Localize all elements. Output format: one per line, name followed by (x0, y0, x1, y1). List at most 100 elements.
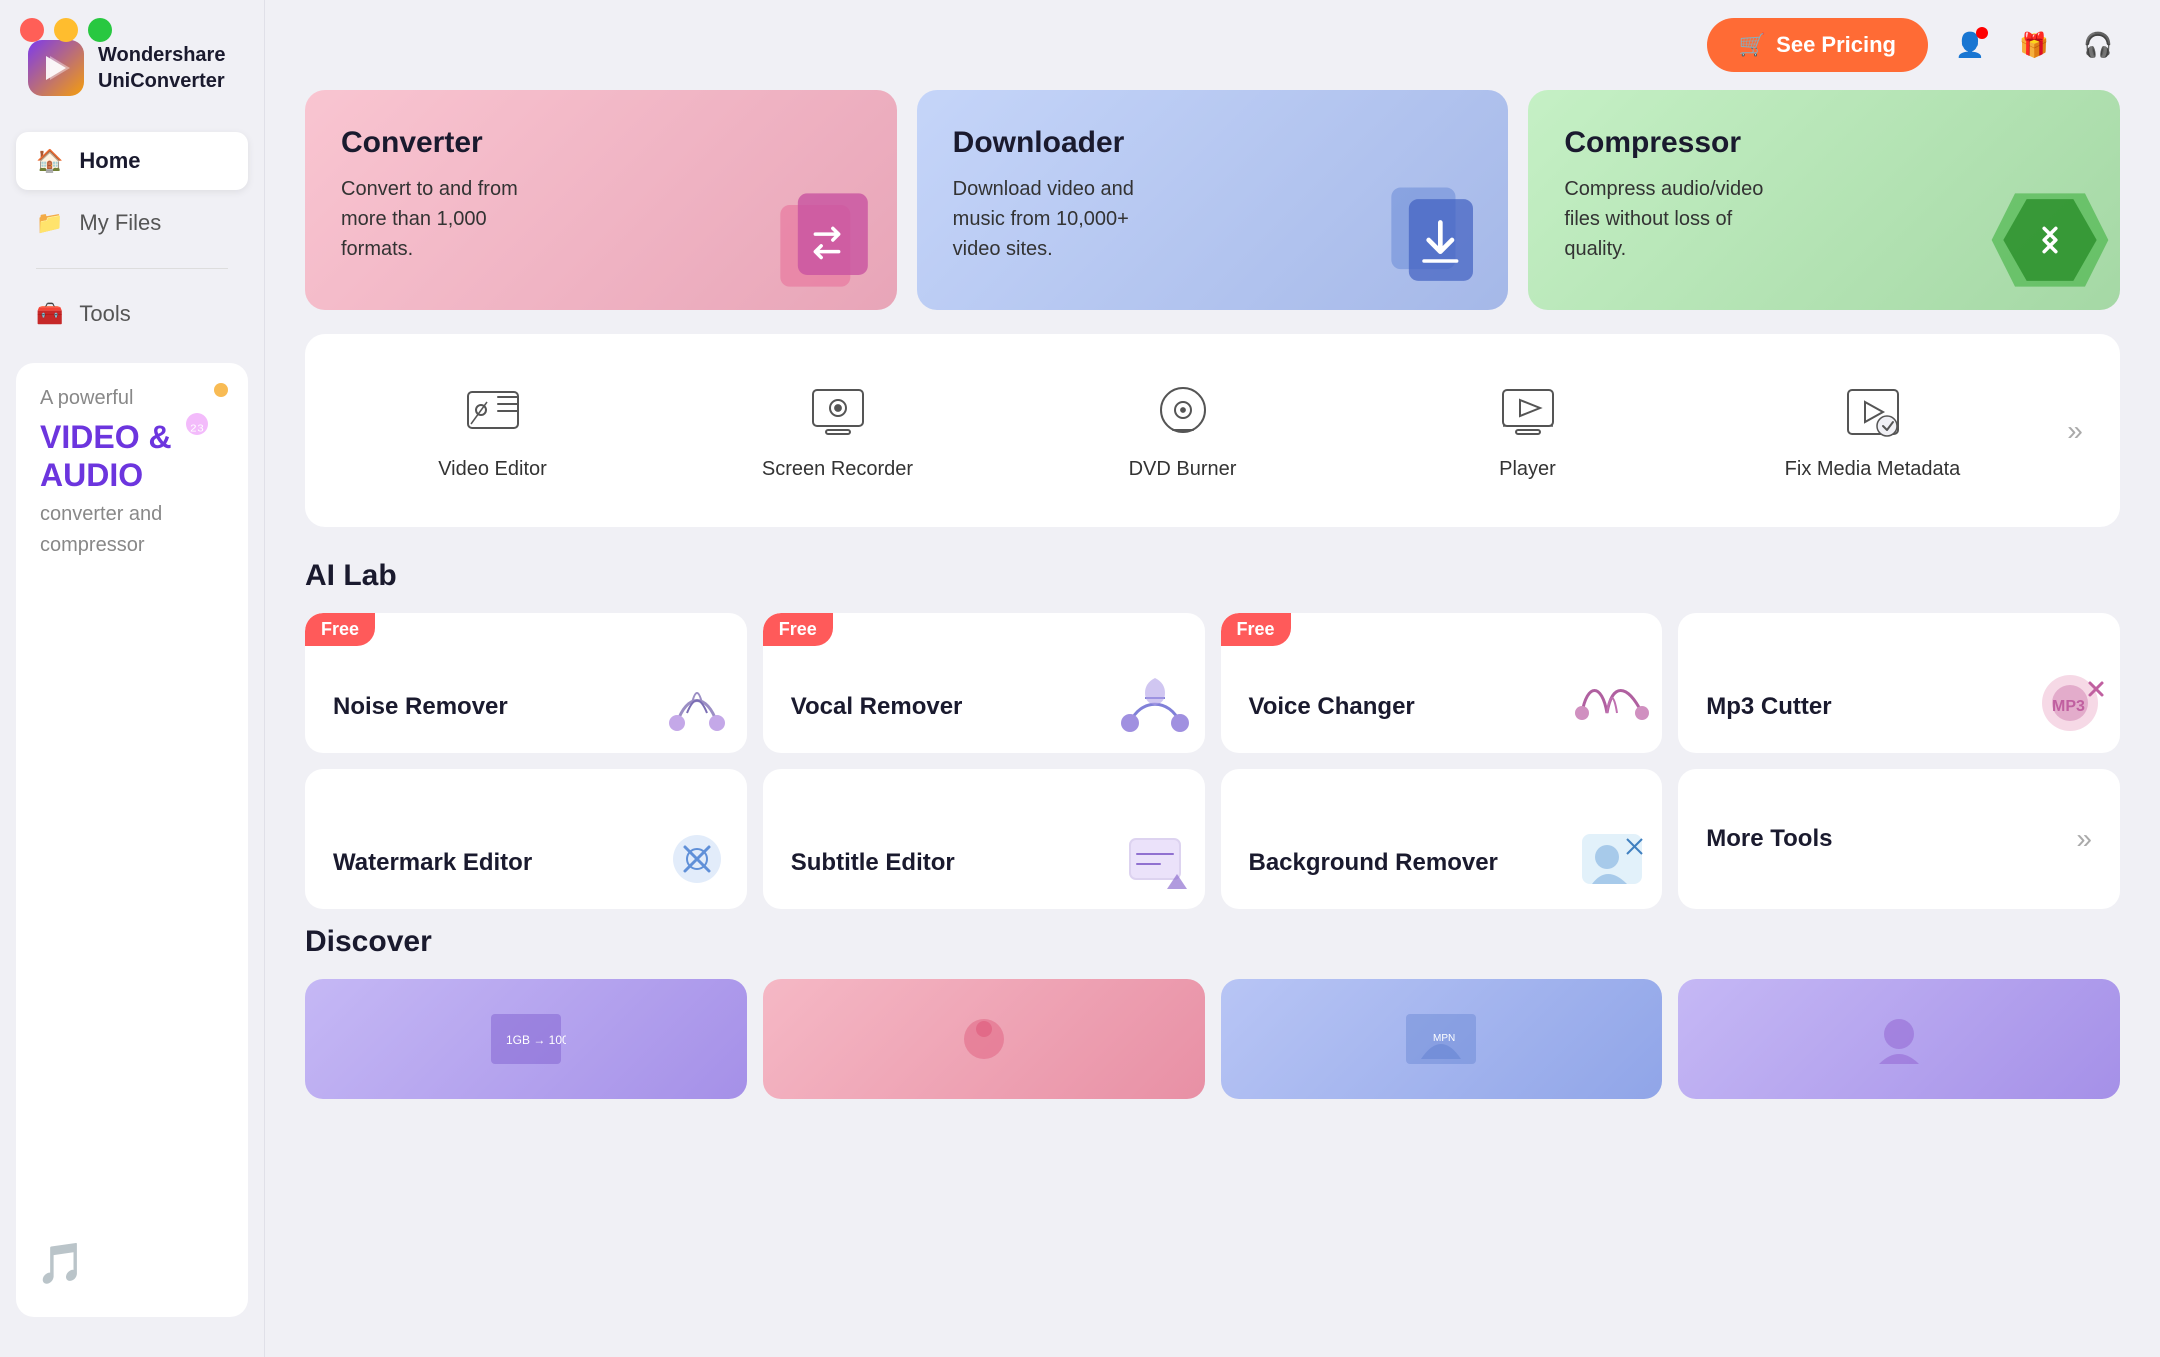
user-badge (1976, 27, 1988, 39)
ai-card-watermark-editor[interactable]: Watermark Editor (305, 769, 747, 909)
sidebar-banner: A powerful VIDEO & AUDIO converter and c… (16, 363, 248, 1317)
vocal-remover-free-badge: Free (763, 613, 833, 646)
headset-icon: 🎧 (2083, 31, 2113, 60)
svg-text:MP3: MP3 (2052, 698, 2085, 715)
banner-music-icon: 🎵 (36, 1240, 86, 1287)
compressor-desc: Compress audio/video files without loss … (1564, 174, 1784, 264)
sidebar-item-myfiles-label: My Files (79, 210, 161, 236)
see-pricing-button[interactable]: 🛒 See Pricing (1707, 18, 1928, 72)
discover-title: Discover (305, 925, 2120, 959)
converter-desc: Convert to and from more than 1,000 form… (341, 174, 561, 264)
sidebar-item-home-label: Home (79, 148, 140, 174)
tool-fix-media-metadata[interactable]: Fix Media Metadata (1705, 364, 2040, 497)
discover-card-1-img: 1GB → 100MB (305, 979, 747, 1099)
subtitle-editor-img (1115, 819, 1195, 899)
maximize-button[interactable] (88, 18, 112, 42)
banner-line3: AUDIO (40, 456, 224, 494)
svg-text:MPN: MPN (1433, 1033, 1455, 1044)
downloader-desc: Download video and music from 10,000+ vi… (953, 174, 1173, 264)
close-button[interactable] (20, 18, 44, 42)
tools-more-arrow[interactable]: » (2050, 406, 2100, 456)
screen-recorder-icon (806, 380, 870, 444)
compressor-card[interactable]: Compressor Compress audio/video files wi… (1528, 90, 2120, 310)
converter-title: Converter (341, 126, 861, 160)
player-label: Player (1499, 458, 1556, 481)
sidebar-divider (36, 268, 228, 269)
player-icon (1496, 380, 1560, 444)
sidebar-item-tools[interactable]: 🧰 Tools (16, 285, 248, 343)
gift-icon-button[interactable]: 🎁 (2012, 23, 2056, 67)
banner-dot-purple: ₂₃ (186, 413, 208, 435)
noise-remover-free-badge: Free (305, 613, 375, 646)
discover-card-2-img (763, 979, 1205, 1099)
sidebar-nav: 🏠 Home 📁 My Files 🧰 Tools (0, 132, 264, 343)
downloader-title: Downloader (953, 126, 1473, 160)
tool-dvd-burner[interactable]: DVD Burner (1015, 364, 1350, 497)
voice-changer-img (1572, 663, 1652, 743)
noise-remover-img (657, 663, 737, 743)
banner-line4: converter and (40, 503, 224, 526)
app-logo-icon (28, 40, 84, 96)
gift-icon: 🎁 (2019, 31, 2049, 60)
myfiles-icon: 📁 (36, 210, 63, 236)
tool-video-editor[interactable]: Video Editor (325, 364, 660, 497)
discover-card-3[interactable]: MPN (1221, 979, 1663, 1099)
converter-card[interactable]: Converter Convert to and from more than … (305, 90, 897, 310)
mp3-cutter-img: MP3 (2030, 663, 2110, 743)
topbar: 🛒 See Pricing 👤 🎁 🎧 (265, 0, 2160, 90)
ai-card-subtitle-editor[interactable]: Subtitle Editor (763, 769, 1205, 909)
compressor-img (1980, 170, 2120, 310)
content-area: Converter Convert to and from more than … (265, 90, 2160, 1357)
ai-card-background-remover[interactable]: Background Remover (1221, 769, 1663, 909)
main-content: 🛒 See Pricing 👤 🎁 🎧 Converter Convert to… (265, 0, 2160, 1357)
downloader-card[interactable]: Downloader Download video and music from… (917, 90, 1509, 310)
ai-card-voice-changer[interactable]: Free Voice Changer (1221, 613, 1663, 753)
banner-dot-orange (214, 383, 228, 397)
hero-cards: Converter Convert to and from more than … (305, 90, 2120, 310)
svg-text:1GB → 100MB: 1GB → 100MB (506, 1033, 566, 1047)
ai-lab-title: AI Lab (305, 559, 2120, 593)
discover-card-3-img: MPN (1221, 979, 1663, 1099)
sidebar: Wondershare UniConverter 🏠 Home 📁 My Fil… (0, 0, 265, 1357)
home-icon: 🏠 (36, 148, 63, 174)
sidebar-item-tools-label: Tools (79, 301, 130, 327)
ai-card-noise-remover[interactable]: Free Noise Remover (305, 613, 747, 753)
downloader-img (1368, 170, 1508, 310)
dvd-burner-icon (1151, 380, 1215, 444)
vocal-remover-img (1115, 663, 1195, 743)
app-logo-text: Wondershare UniConverter (98, 42, 225, 94)
background-remover-img (1572, 819, 1652, 899)
minimize-button[interactable] (54, 18, 78, 42)
banner-line5: compressor (40, 534, 224, 557)
fix-media-metadata-label: Fix Media Metadata (1785, 458, 1961, 481)
tools-row: Video Editor Screen Recorder DVD Burner … (305, 334, 2120, 527)
dvd-burner-label: DVD Burner (1129, 458, 1237, 481)
watermark-editor-img (657, 819, 737, 899)
discover-card-1[interactable]: 1GB → 100MB (305, 979, 747, 1099)
video-editor-icon (461, 380, 525, 444)
discover-card-2[interactable] (763, 979, 1205, 1099)
cart-icon: 🛒 (1739, 32, 1766, 58)
video-editor-label: Video Editor (438, 458, 547, 481)
tool-player[interactable]: Player (1360, 364, 1695, 497)
user-icon-button[interactable]: 👤 (1948, 23, 1992, 67)
headset-icon-button[interactable]: 🎧 (2076, 23, 2120, 67)
voice-changer-free-badge: Free (1221, 613, 1291, 646)
discover-grid: 1GB → 100MB MPN (305, 979, 2120, 1099)
sidebar-item-myfiles[interactable]: 📁 My Files (16, 194, 248, 252)
tools-icon: 🧰 (36, 301, 63, 327)
window-controls (20, 18, 112, 42)
pricing-button-label: See Pricing (1776, 32, 1896, 58)
sidebar-item-home[interactable]: 🏠 Home (16, 132, 248, 190)
more-tools-arrow: » (2076, 823, 2092, 855)
more-tools-card[interactable]: More Tools » (1678, 769, 2120, 909)
ai-lab-row1: Free Noise Remover Free Vocal Remover Fr… (305, 613, 2120, 753)
fix-media-metadata-icon (1841, 380, 1905, 444)
tool-screen-recorder[interactable]: Screen Recorder (670, 364, 1005, 497)
ai-lab-row2: Watermark Editor Subtitle Editor Backgro… (305, 769, 2120, 909)
screen-recorder-label: Screen Recorder (762, 458, 913, 481)
more-tools-title: More Tools (1706, 825, 1832, 853)
ai-card-vocal-remover[interactable]: Free Vocal Remover (763, 613, 1205, 753)
ai-card-mp3-cutter[interactable]: Mp3 Cutter MP3 (1678, 613, 2120, 753)
discover-card-4[interactable] (1678, 979, 2120, 1099)
